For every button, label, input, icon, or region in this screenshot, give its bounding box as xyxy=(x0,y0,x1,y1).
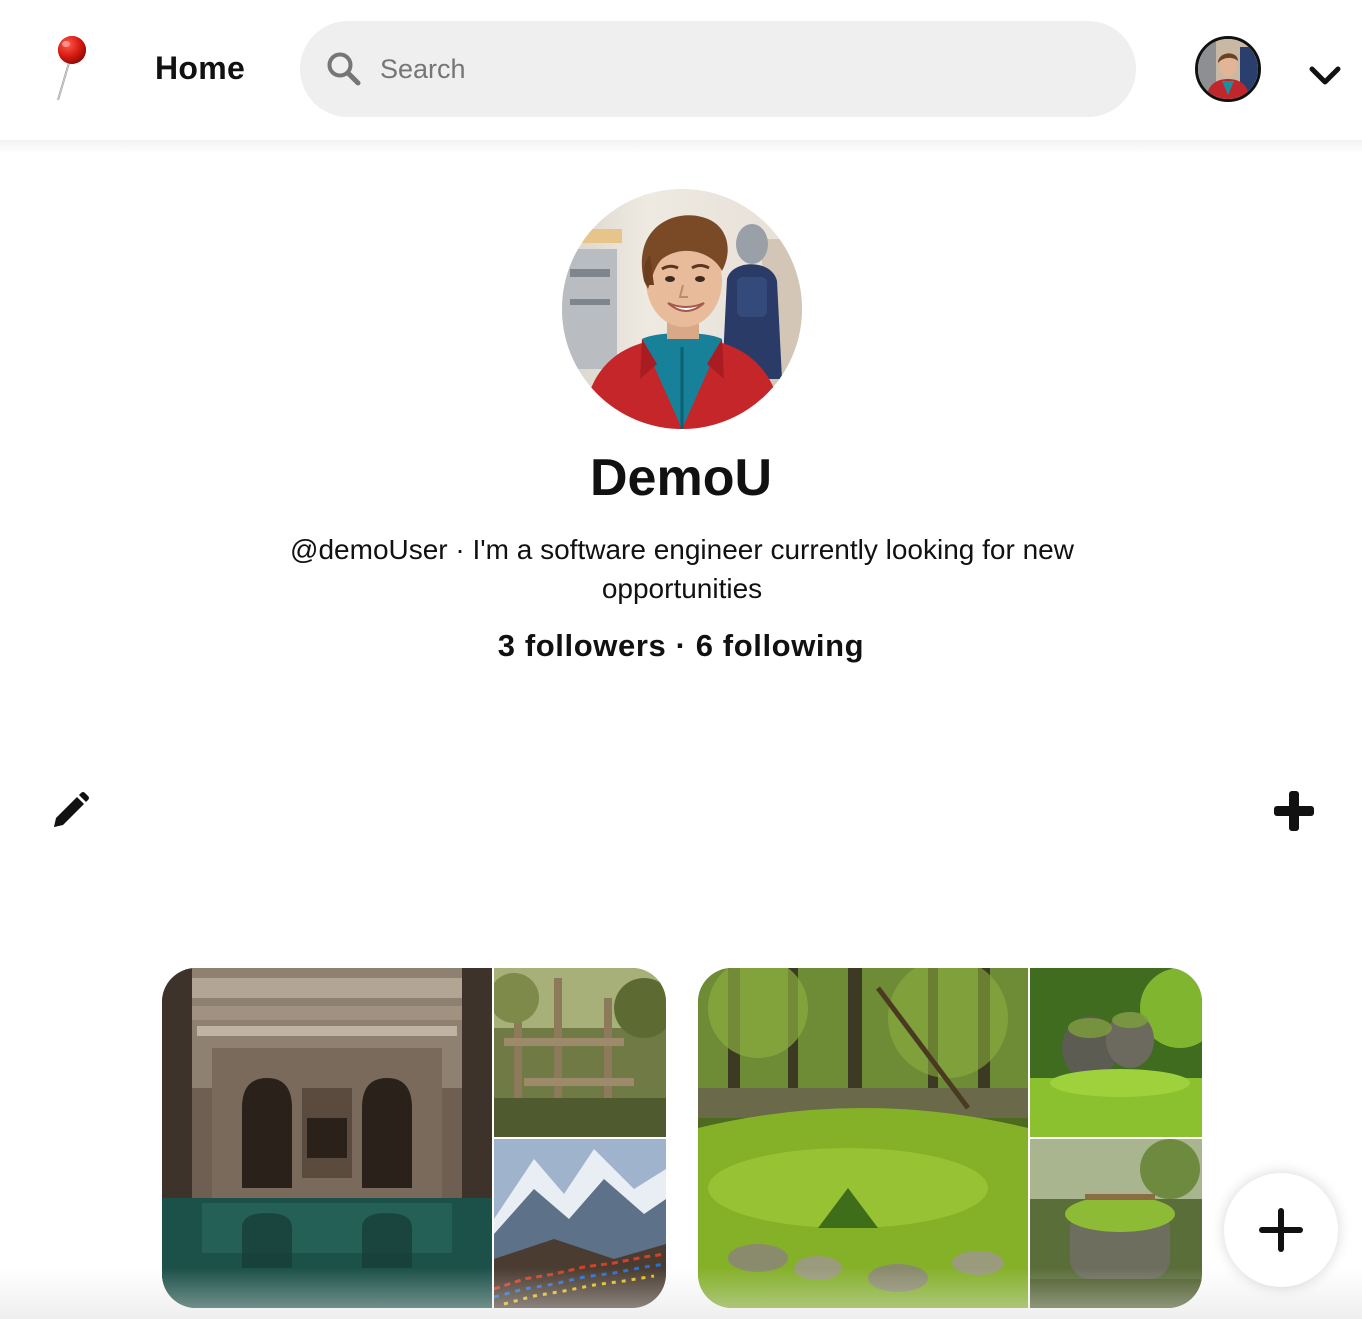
profile-avatar xyxy=(562,189,802,429)
stats-separator: · xyxy=(675,628,687,663)
board-cover-image xyxy=(162,968,492,1308)
board-card[interactable] xyxy=(162,968,666,1308)
followers-count[interactable]: 3 followers xyxy=(498,628,667,663)
profile-bio: I'm a software engineer currently lookin… xyxy=(472,534,1074,604)
board-cover-image xyxy=(698,968,1028,1308)
search-input[interactable] xyxy=(380,46,1080,92)
plus-icon xyxy=(1259,1208,1303,1252)
header-avatar[interactable] xyxy=(1195,36,1261,102)
profile-page: Home Search DemoU @demoUser · I'm a soft… xyxy=(0,0,1362,1319)
bio-separator: · xyxy=(455,534,465,565)
board-card[interactable] xyxy=(698,968,1202,1308)
pencil-icon[interactable] xyxy=(50,791,90,831)
home-link[interactable]: Home xyxy=(155,50,245,87)
chevron-down-icon[interactable] xyxy=(1306,62,1344,90)
board-thumbnail-image xyxy=(494,968,666,1137)
pushpin-logo-icon[interactable] xyxy=(48,34,92,104)
board-thumbnail-image xyxy=(494,1139,666,1308)
floating-add-button[interactable] xyxy=(1224,1173,1338,1287)
plus-icon[interactable] xyxy=(1272,789,1316,833)
profile-username: @demoUser xyxy=(290,534,448,565)
following-count[interactable]: 6 following xyxy=(696,628,864,663)
profile-bio-line: @demoUser · I'm a software engineer curr… xyxy=(250,530,1114,608)
top-nav-bar: Home xyxy=(0,0,1362,140)
board-thumbnail-image xyxy=(1030,1139,1202,1308)
profile-stats: 3 followers · 6 following xyxy=(0,628,1362,664)
board-thumbnail-image xyxy=(1030,968,1202,1137)
search-icon xyxy=(327,52,361,86)
header-divider xyxy=(0,140,1362,154)
profile-name: DemoU xyxy=(589,449,773,507)
